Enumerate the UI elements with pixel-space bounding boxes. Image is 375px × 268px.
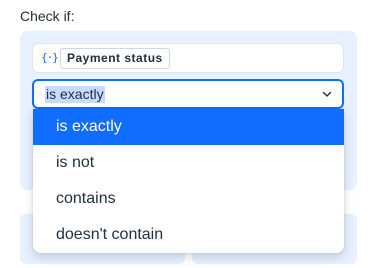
operator-dropdown-menu: is exactly is not contains doesn't conta… [33,109,344,253]
condition-editor: Check if: {·} Payment status is exactly … [0,0,375,268]
operator-select[interactable]: is exactly [32,79,344,109]
variable-field[interactable]: {·} Payment status [32,43,344,73]
operator-option-is-not[interactable]: is not [33,145,344,181]
variable-icon: {·} [41,51,59,64]
check-if-label: Check if: [20,8,75,24]
operator-option-doesnt-contain[interactable]: doesn't contain [33,217,344,253]
operator-select-value: is exactly [45,86,105,103]
variable-chip[interactable]: Payment status [60,48,170,69]
operator-option-is-exactly[interactable]: is exactly [33,109,344,145]
chevron-down-icon[interactable] [320,87,334,101]
operator-option-contains[interactable]: contains [33,181,344,217]
